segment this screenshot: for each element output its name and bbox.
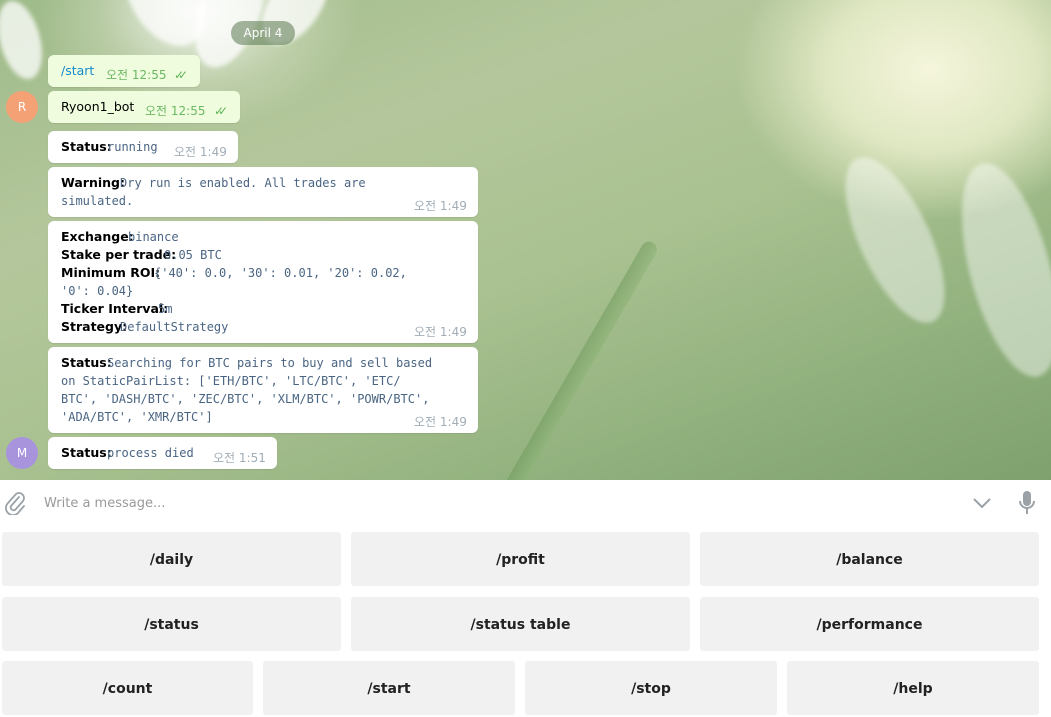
keyboard-button-daily[interactable]: /daily [2,532,341,586]
message-bubble-outgoing[interactable]: /start 오전 12:55 ✓✓ [48,55,200,87]
date-divider: April 4 [231,21,295,45]
status-value-line: 'ADA/BTC', 'XMR/BTC'] [61,410,213,424]
status-label: Status: [61,355,112,370]
roi-value-line: {'40': 0.0, '30': 0.01, '20': 0.02, [154,266,407,280]
warning-label: Warning: [61,175,125,190]
message-time: 오전 1:49 [174,145,227,159]
message-bubble-incoming[interactable]: Status: process died 오전 1:51 [48,437,277,469]
status-value-line: Searching for BTC pairs to buy and sell … [107,356,433,370]
message-time: 오전 1:51 [213,451,266,465]
status-value-line: BTC', 'DASH/BTC', 'ZEC/BTC', 'XLM/BTC', … [61,392,430,406]
message-text: Ryoon1_bot [61,99,135,114]
message-time: 오전 12:55 [145,104,206,118]
message-input[interactable] [44,492,944,514]
keyboard-button-balance[interactable]: /balance [700,532,1039,586]
message-bubble-incoming[interactable]: Status: running 오전 1:49 [48,131,238,163]
stake-label: Stake per trade: [61,247,177,262]
keyboard-button-performance[interactable]: /performance [700,597,1039,651]
ticker-value: 5m [158,302,173,316]
message-time: 오전 1:49 [414,325,467,339]
chat-area: April 4 /start 오전 12:55 ✓✓ R document.cu… [0,0,1051,480]
double-check-icon: ✓✓ [214,104,228,118]
double-check-icon: ✓✓ [174,68,188,82]
avatar[interactable]: M [6,437,38,469]
message-time: 오전 1:49 [414,415,467,429]
message-bubble-outgoing[interactable]: Ryoon1_bot 오전 12:55 ✓✓ [48,91,240,123]
status-label: Status: [61,139,112,154]
avatar[interactable]: R [6,91,38,123]
paperclip-icon[interactable] [4,491,26,516]
keyboard-button-status-table[interactable]: /status table [351,597,690,651]
chevron-down-icon[interactable] [972,495,992,511]
stake-value: 0.05 BTC [164,248,222,262]
background-petal [825,143,965,337]
keyboard-button-count[interactable]: /count [2,661,253,715]
strategy-label: Strategy: [61,319,128,334]
background-stem [476,238,660,480]
message-bubble-incoming[interactable]: Status: Searching for BTC pairs to buy a… [48,347,478,433]
bot-keyboard: /daily /profit /balance /status /status … [0,526,1051,717]
message-composer [0,480,1051,526]
background-petal [0,0,50,84]
warning-value-line: simulated. [61,194,134,208]
message-time: 오전 1:49 [414,199,467,213]
warning-value-line: Dry run is enabled. All trades are [120,176,366,190]
keyboard-button-help[interactable]: /help [787,661,1039,715]
roi-label: Minimum ROI: [61,265,161,280]
keyboard-button-status[interactable]: /status [2,597,341,651]
status-value: running [107,140,158,154]
avatar-initial: R [17,100,27,114]
avatar-initial: M [16,446,28,460]
message-bubble-incoming[interactable]: Exchange: binance Stake per trade: 0.05 … [48,221,478,343]
status-value: process died [107,446,194,460]
keyboard-button-stop[interactable]: /stop [525,661,777,715]
exchange-label: Exchange: [61,229,134,244]
status-label: Status: [61,445,112,460]
keyboard-button-profit[interactable]: /profit [351,532,690,586]
ticker-label: Ticker Interval: [61,301,169,316]
message-time: 오전 12:55 [106,68,167,82]
exchange-value: binance [128,230,179,244]
message-bubble-incoming[interactable]: Warning: Dry run is enabled. All trades … [48,167,478,217]
background-petal [942,153,1051,387]
keyboard-button-start[interactable]: /start [263,661,515,715]
microphone-icon[interactable] [1017,490,1037,516]
status-value-line: on StaticPairList: ['ETH/BTC', 'LTC/BTC'… [61,374,401,388]
message-text[interactable]: /start [61,62,94,80]
strategy-value: DefaultStrategy [120,320,229,334]
roi-value-line: '0': 0.04} [61,284,134,298]
